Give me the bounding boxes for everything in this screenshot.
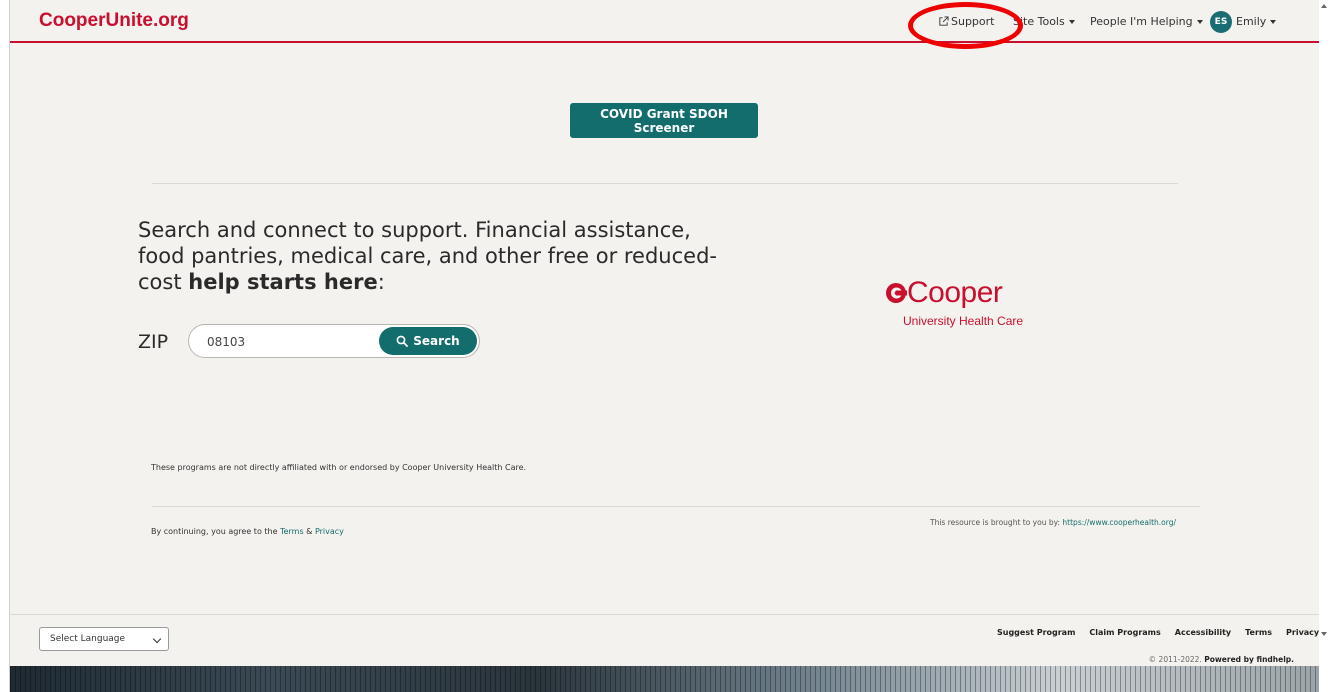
nav-support-label: Support — [951, 15, 995, 28]
agree-amp: & — [303, 527, 315, 536]
footer-link-accessibility[interactable]: Accessibility — [1175, 628, 1231, 637]
footer-link-suggest-program[interactable]: Suggest Program — [997, 628, 1075, 637]
background-fence-pattern — [10, 666, 1321, 692]
caret-down-icon — [1196, 19, 1203, 24]
headline-bold-text: help starts here — [188, 270, 378, 294]
brand-logo-link[interactable]: CooperUnite.org — [39, 10, 189, 32]
nav-site-tools-label: Site Tools — [1013, 15, 1065, 28]
agreement-text: By continuing, you agree to the Terms & … — [151, 527, 344, 536]
external-link-icon — [939, 16, 949, 26]
window-left-edge — [0, 0, 10, 692]
scroll-down-arrow-icon[interactable] — [1321, 632, 1327, 636]
zip-label: ZIP — [138, 331, 169, 353]
zip-input[interactable] — [207, 333, 377, 351]
language-select-value: Select Language — [50, 634, 126, 644]
browser-viewport: CooperUnite.org Support Site Tools Peopl… — [10, 0, 1321, 692]
top-navbar: CooperUnite.org Support Site Tools Peopl… — [10, 0, 1321, 43]
powered-by-link[interactable]: Powered by findhelp. — [1204, 655, 1294, 664]
page-scrollbar[interactable] — [1319, 0, 1329, 692]
nav-support-link[interactable]: Support — [938, 0, 994, 43]
cooper-logo-subtitle: University Health Care — [903, 314, 1024, 328]
cooper-c-mark-icon — [886, 283, 907, 303]
scroll-up-arrow-icon[interactable] — [1321, 4, 1327, 8]
divider — [152, 506, 1200, 507]
search-button[interactable]: Search — [379, 327, 477, 355]
zip-search-group: Search — [188, 324, 480, 358]
nav-people-helping-dropdown[interactable]: People I'm Helping — [1090, 0, 1203, 43]
search-icon — [396, 335, 409, 347]
language-select[interactable]: Select Language — [39, 627, 169, 651]
caret-down-icon — [1270, 19, 1277, 24]
chevron-down-icon — [152, 634, 162, 644]
divider — [152, 183, 1178, 184]
copyright-prefix: © 2011-2022. — [1148, 655, 1205, 664]
search-button-label: Search — [413, 334, 460, 348]
footer-links: Suggest Program Claim Programs Accessibi… — [997, 628, 1319, 637]
page-footer: Select Language Suggest Program Claim Pr… — [10, 614, 1321, 666]
footer-link-terms[interactable]: Terms — [1245, 628, 1272, 637]
agree-prefix: By continuing, you agree to the — [151, 527, 281, 536]
sponsor-prefix: This resource is brought to you by: — [930, 518, 1063, 527]
user-name: Emily — [1236, 15, 1267, 28]
cooper-logo: Cooper University Health Care — [885, 276, 1055, 336]
nav-user-menu[interactable]: ES Emily — [1210, 0, 1277, 43]
terms-link[interactable]: Terms — [280, 527, 304, 536]
nav-site-tools-dropdown[interactable]: Site Tools — [1013, 0, 1075, 43]
covid-screener-button[interactable]: COVID Grant SDOH Screener — [570, 103, 758, 138]
user-avatar: ES — [1210, 10, 1232, 33]
footer-link-claim-programs[interactable]: Claim Programs — [1089, 628, 1160, 637]
footer-link-privacy[interactable]: Privacy — [1286, 628, 1319, 637]
headline-colon: : — [377, 270, 385, 294]
caret-down-icon — [1068, 19, 1075, 24]
copyright-text: © 2011-2022. Powered by findhelp. — [997, 655, 1294, 664]
nav-people-helping-label: People I'm Helping — [1090, 15, 1193, 28]
hero-headline: Search and connect to support. Financial… — [138, 217, 738, 295]
sponsor-text: This resource is brought to you by: http… — [930, 518, 1176, 527]
cooper-logo-word: Cooper — [907, 276, 1003, 309]
sponsor-link[interactable]: https://www.cooperhealth.org/ — [1062, 518, 1176, 527]
disclaimer-text: These programs are not directly affiliat… — [151, 463, 527, 472]
privacy-link[interactable]: Privacy — [315, 527, 344, 536]
